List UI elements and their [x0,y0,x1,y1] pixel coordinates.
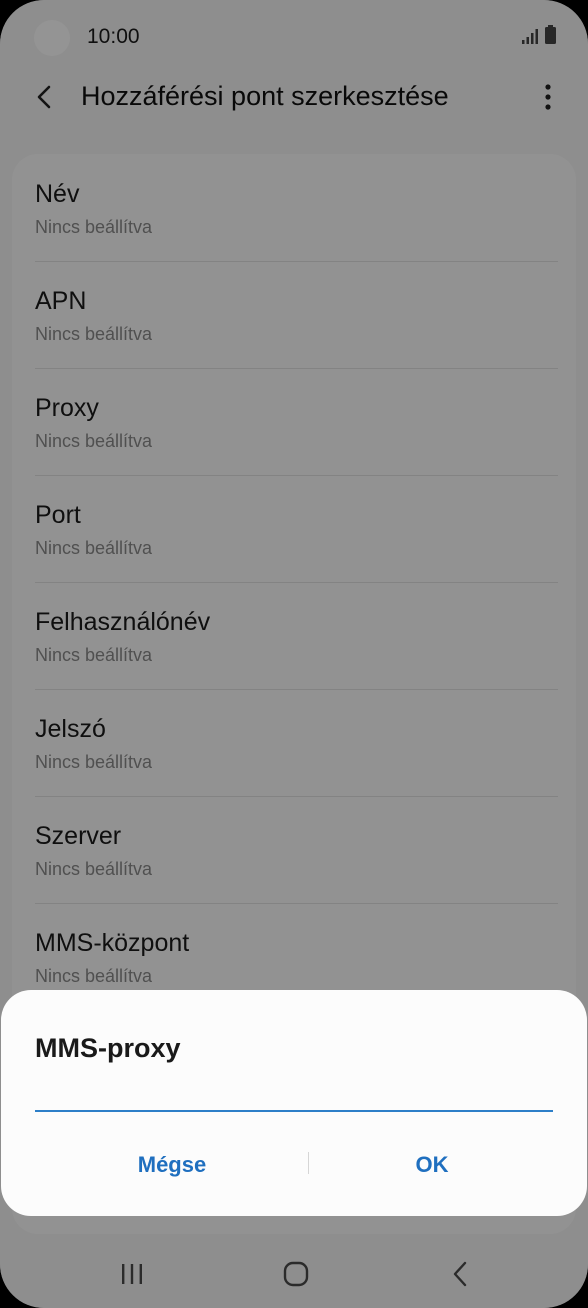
mms-proxy-input[interactable] [35,1080,553,1112]
dialog-title: MMS-proxy [35,1033,181,1063]
nav-back-button[interactable] [440,1258,480,1290]
mms-proxy-dialog: MMS-proxy Mégse OK [1,990,587,1216]
recent-apps-icon [122,1264,142,1284]
home-icon [283,1261,309,1287]
phone-screen: 10:00 Hozzáférési pont szerkesztése Név … [0,0,588,1308]
home-button[interactable] [276,1258,316,1290]
ok-button[interactable]: OK [297,1142,567,1188]
navigation-bar [0,1240,588,1308]
recent-apps-button[interactable] [112,1258,152,1290]
nav-back-icon [453,1261,467,1287]
cancel-button[interactable]: Mégse [37,1142,307,1188]
